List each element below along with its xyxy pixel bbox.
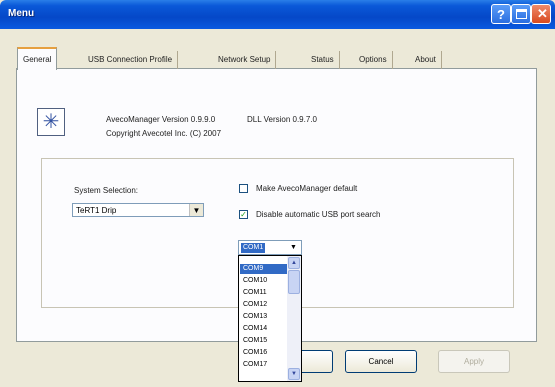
list-item[interactable]: COM11 — [240, 288, 287, 298]
system-selection-value: TeRT1 Drip — [76, 206, 117, 215]
disable-search-label: Disable automatic USB port search — [256, 210, 381, 219]
list-scrollbar[interactable]: ▲ ▼ — [287, 256, 301, 381]
com-port-dropdown[interactable]: COM1 ▼ — [238, 240, 302, 255]
com-port-selected: COM1 — [241, 243, 266, 253]
scroll-up-icon[interactable]: ▲ — [288, 257, 300, 269]
chevron-down-icon: ▼ — [189, 204, 203, 216]
list-item[interactable]: COM14 — [240, 324, 287, 334]
dialog-window: Menu ? ✕ General USB Connection Profile … — [0, 0, 555, 387]
help-icon: ? — [497, 7, 505, 22]
make-default-label: Make AvecoManager default — [256, 184, 358, 193]
list-item[interactable]: COM13 — [240, 312, 287, 322]
tab-usb-connection-profile[interactable]: USB Connection Profile — [83, 51, 179, 69]
list-item[interactable]: COM9 — [240, 264, 287, 274]
tab-general[interactable]: General — [17, 47, 58, 70]
chevron-down-icon: ▼ — [290, 244, 297, 251]
scroll-down-icon[interactable]: ▼ — [288, 368, 300, 380]
disable-search-checkbox[interactable]: ✓ — [239, 210, 248, 219]
system-selection-dropdown[interactable]: TeRT1 Drip ▼ — [72, 203, 204, 217]
make-default-checkbox[interactable] — [239, 184, 248, 193]
window-title: Menu — [8, 8, 35, 19]
help-button[interactable]: ? — [491, 4, 511, 24]
maximize-icon — [516, 9, 527, 19]
system-selection-label: System Selection: — [74, 186, 139, 195]
list-item[interactable]: COM17 — [240, 360, 287, 370]
tab-status[interactable]: Status — [306, 51, 340, 69]
com-port-list[interactable]: COM9 COM10 COM11 COM12 COM13 COM14 COM15… — [238, 255, 302, 382]
title-bar[interactable]: Menu ? ✕ — [0, 0, 555, 29]
list-item[interactable]: COM10 — [240, 276, 287, 286]
burst-icon: ✳ — [37, 108, 65, 136]
scroll-thumb[interactable] — [288, 270, 300, 294]
tab-network-setup[interactable]: Network Setup — [213, 51, 277, 69]
tab-options[interactable]: Options — [354, 51, 393, 69]
cancel-button[interactable]: Cancel — [345, 350, 417, 373]
apply-button[interactable]: Apply — [438, 350, 510, 373]
dll-version-text: DLL Version 0.9.7.0 — [247, 115, 317, 124]
close-icon: ✕ — [537, 6, 548, 21]
list-item[interactable]: COM15 — [240, 336, 287, 346]
version-text: AvecoManager Version 0.9.9.0 — [106, 115, 216, 124]
list-item[interactable]: COM12 — [240, 300, 287, 310]
tab-about[interactable]: About — [410, 51, 442, 69]
close-button[interactable]: ✕ — [531, 4, 551, 24]
list-item[interactable]: COM16 — [240, 348, 287, 358]
maximize-button[interactable] — [511, 4, 531, 24]
copyright-text: Copyright Avecotel Inc. (C) 2007 — [106, 129, 222, 138]
